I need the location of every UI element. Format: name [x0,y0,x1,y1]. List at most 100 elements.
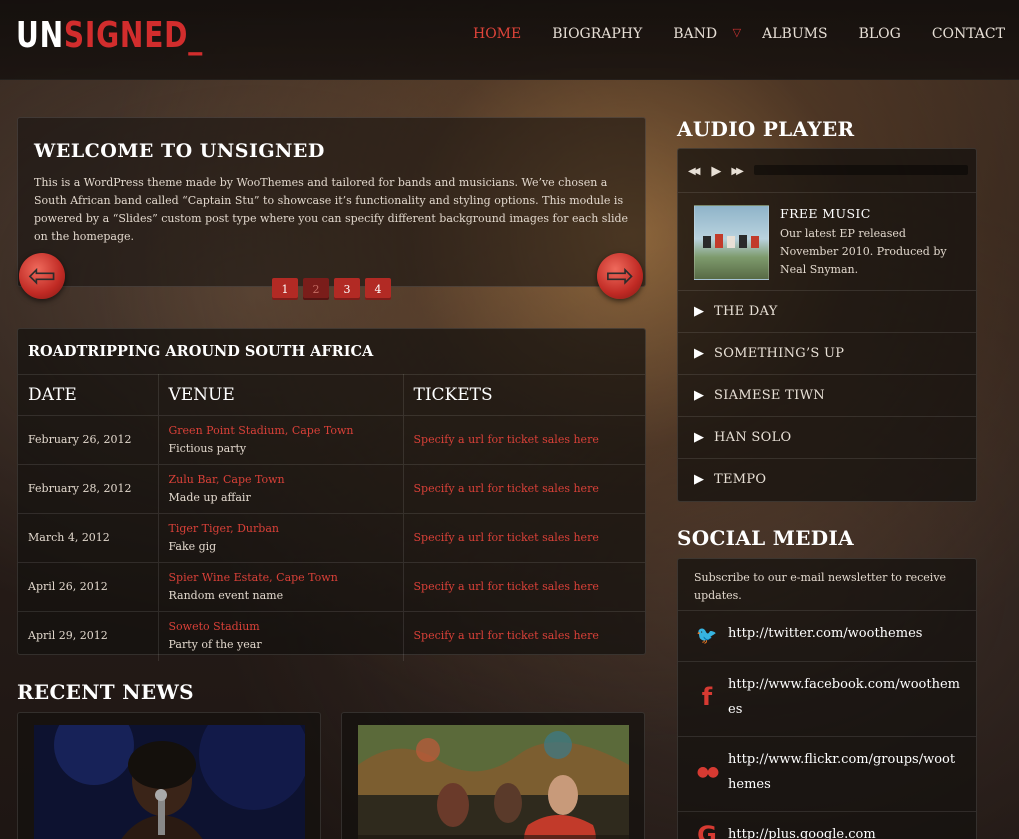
news-card [17,712,321,839]
play-icon: ▶ [694,472,704,487]
nav-item-blog[interactable]: BLOG [859,26,901,42]
track-name: HAN SOLO [714,430,792,445]
row-venue-cell: Zulu Bar, Cape Town Made up affair [158,464,404,514]
play-icon: ▶ [694,346,704,361]
venue-link[interactable]: Soweto Stadium [169,618,403,636]
recent-news-heading: RECENT NEWS [17,680,194,704]
ticket-link[interactable]: Specify a url for ticket sales here [414,580,599,593]
social-row-facebook: f http://www.facebook.com/woothemes [678,661,976,736]
album-description: Our latest EP released November 2010. Pr… [780,227,947,276]
arrow-right-icon: ⇨ [605,256,635,296]
divider [678,192,976,193]
ticket-link[interactable]: Specify a url for ticket sales here [414,482,599,495]
row-date: April 26, 2012 [18,562,159,612]
next-track-icon[interactable]: ▶▶ [731,166,744,177]
row-tickets-cell: Specify a url for ticket sales here [403,415,645,465]
flickr-link[interactable]: http://www.flickr.com/groups/woothemes [728,747,960,797]
track-item[interactable]: ▶ TEMPO [678,458,976,500]
ticket-link[interactable]: Specify a url for ticket sales here [414,629,599,642]
event-name: Made up affair [168,491,251,504]
track-name: THE DAY [714,304,778,319]
logo-signed: SIGNED_ [63,15,204,56]
slider-page-3[interactable]: 3 [334,278,360,300]
table-row: February 28, 2012 Zulu Bar, Cape Town Mad… [18,464,645,514]
venue-link[interactable]: Spier Wine Estate, Cape Town [169,569,403,587]
event-name: Fictious party [168,442,247,455]
news-image-band[interactable] [358,725,629,839]
track-name: SOMETHING’S UP [714,346,845,361]
row-tickets-cell: Specify a url for ticket sales here [403,562,645,612]
row-venue-cell: Soweto Stadium Party of the year [158,611,404,661]
nav-item-band[interactable]: BAND ▽ [673,26,741,42]
row-date: February 28, 2012 [18,464,159,514]
news-card [341,712,645,839]
player-progress-bar[interactable] [754,165,968,175]
table-row: February 26, 2012 Green Point Stadium, C… [18,415,645,465]
arrow-left-icon: ⇦ [27,256,57,296]
nav-item-albums[interactable]: ALBUMS [762,26,827,42]
facebook-link[interactable]: http://www.facebook.com/woothemes [728,672,960,722]
previous-track-icon[interactable]: ◀◀ [688,166,701,177]
play-icon[interactable]: ▶ [711,164,721,179]
nav-item-home[interactable]: HOME [473,26,521,42]
nav-item-band-label: BAND [673,26,718,42]
social-row-flickr: ●● http://www.flickr.com/groups/wootheme… [678,736,976,811]
album-title: FREE MUSIC [780,206,871,221]
table-row: March 4, 2012 Tiger Tiger, Durban Fake gi… [18,513,645,563]
row-date: March 4, 2012 [18,513,159,563]
logo-un: UN [16,15,64,56]
facebook-icon: f [701,683,713,711]
table-row: April 29, 2012 Soweto Stadium Party of th… [18,611,645,661]
venue-link[interactable]: Tiger Tiger, Durban [169,520,403,538]
column-header-tickets: TICKETS [403,374,645,416]
row-venue-cell: Green Point Stadium, Cape Town Fictious p… [158,415,404,465]
google-plus-icon: G [697,821,717,839]
flickr-icon: ●● [696,764,719,780]
tour-table: DATE VENUE TICKETS February 26, 2012 Gre… [18,374,645,661]
row-date: April 29, 2012 [18,611,159,661]
player-controls: ◀◀ ▶ ▶▶ [688,159,751,183]
table-row: April 26, 2012 Spier Wine Estate, Cape T… [18,562,645,612]
play-icon: ▶ [694,304,704,319]
twitter-link[interactable]: http://twitter.com/woothemes [728,621,960,646]
slider-prev-button[interactable]: ⇦ [19,253,65,299]
track-item[interactable]: ▶ HAN SOLO [678,416,976,458]
google-plus-link[interactable]: http://plus.google.com [728,822,960,839]
venue-link[interactable]: Zulu Bar, Cape Town [169,471,403,489]
news-image-singer[interactable] [34,725,305,839]
event-name: Fake gig [168,540,217,553]
social-media-panel: Subscribe to our e-mail newsletter to re… [677,558,977,839]
track-name: SIAMESE TIWN [714,388,825,403]
ticket-link[interactable]: Specify a url for ticket sales here [414,531,599,544]
event-name: Party of the year [168,638,262,652]
venue-link[interactable]: Green Point Stadium, Cape Town [169,422,403,440]
ticket-link[interactable]: Specify a url for ticket sales here [414,433,599,446]
track-item[interactable]: ▶ SIAMESE TIWN [678,374,976,416]
audio-player: ◀◀ ▶ ▶▶ FREE MUSIC Our latest EP release… [677,148,977,502]
play-icon: ▶ [694,430,704,445]
nav-item-contact[interactable]: CONTACT [932,26,1005,42]
audio-player-heading: AUDIO PLAYER [677,117,855,141]
slide-title: WELCOME TO UNSIGNED [34,140,325,162]
slider-next-button[interactable]: ⇨ [597,253,643,299]
row-venue-cell: Tiger Tiger, Durban Fake gig [158,513,404,563]
site-logo[interactable]: UNSIGNED_ [16,12,203,60]
slider-pagination: 1 2 3 4 [272,278,396,300]
tour-dates-panel: ROADTRIPPING AROUND SOUTH AFRICA DATE VE… [17,328,646,661]
row-tickets-cell: Specify a url for ticket sales here [403,513,645,563]
twitter-icon: 🐦 [696,626,718,646]
row-tickets-cell: Specify a url for ticket sales here [403,611,645,661]
track-item[interactable]: ▶ SOMETHING’S UP [678,332,976,374]
slider-page-2[interactable]: 2 [303,278,329,300]
album-cover-image [694,205,769,280]
column-header-date: DATE [18,374,159,416]
column-header-venue: VENUE [158,374,404,416]
track-item[interactable]: ▶ THE DAY [678,290,976,332]
play-icon: ▶ [694,388,704,403]
table-header-row: DATE VENUE TICKETS [18,374,645,416]
slider-page-4[interactable]: 4 [365,278,391,300]
slider-page-1[interactable]: 1 [272,278,298,300]
tour-title: ROADTRIPPING AROUND SOUTH AFRICA [28,343,374,360]
nav-item-biography[interactable]: BIOGRAPHY [552,26,642,42]
newsletter-text: Subscribe to our e-mail newsletter to re… [694,571,947,602]
